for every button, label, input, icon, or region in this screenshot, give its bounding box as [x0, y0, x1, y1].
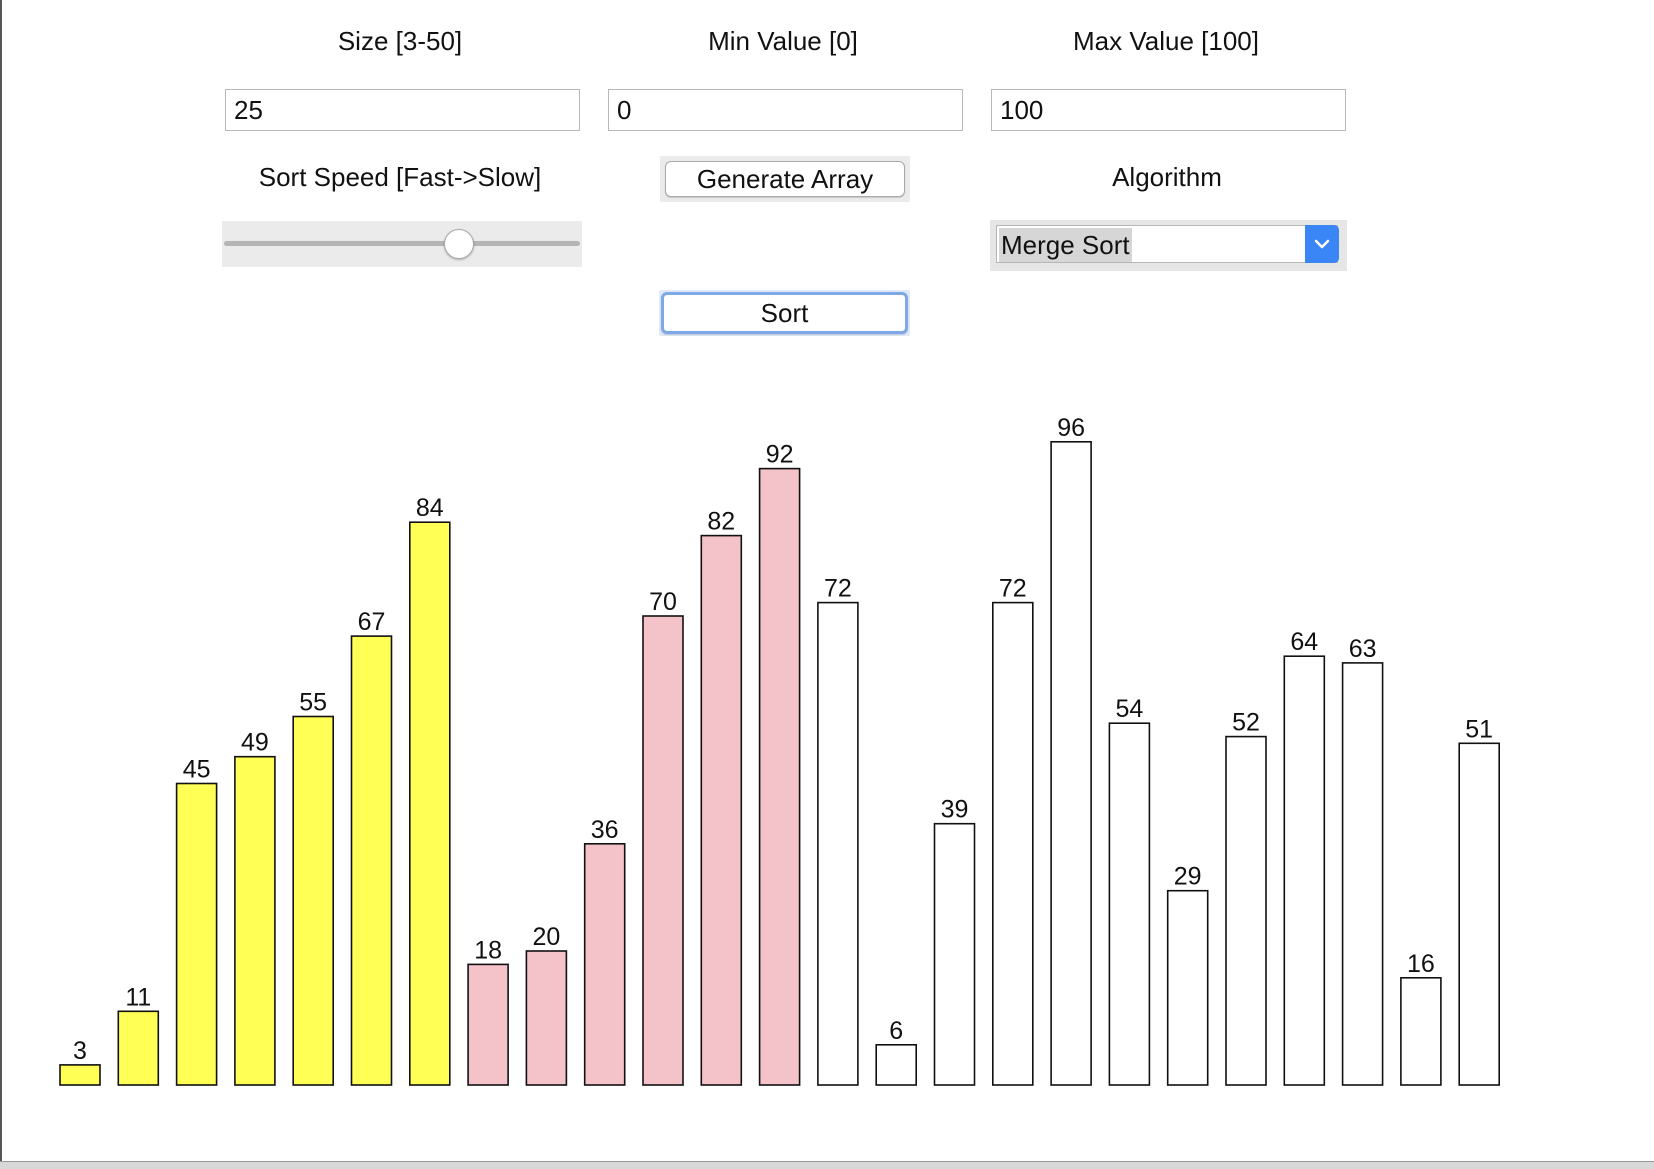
- array-bar: [117, 1010, 160, 1086]
- bar-value-label: 52: [1232, 709, 1260, 737]
- bar-value-label: 92: [766, 441, 794, 469]
- array-bar: [817, 601, 859, 1086]
- bar-value-label: 39: [941, 796, 969, 824]
- bar-value-label: 20: [532, 923, 560, 951]
- bar-value-label: 45: [183, 756, 211, 784]
- array-bar: [1050, 440, 1092, 1086]
- bar-value-label: 3: [73, 1037, 87, 1065]
- bar-value-label: 51: [1465, 715, 1493, 743]
- array-bar: [1283, 655, 1326, 1086]
- bar-value-label: 18: [474, 936, 502, 964]
- bar-value-label: 55: [299, 689, 327, 717]
- array-bar: [234, 755, 276, 1086]
- bar-value-label: 11: [125, 983, 151, 1011]
- array-bar: [1166, 889, 1209, 1086]
- array-bar: [700, 534, 743, 1086]
- array-bar: [991, 601, 1034, 1086]
- array-bar: [408, 521, 451, 1086]
- array-bar: [758, 467, 801, 1086]
- array-bar: [1458, 742, 1500, 1086]
- array-bar: [875, 1044, 918, 1086]
- bar-value-label: 82: [707, 508, 735, 536]
- array-bar: [525, 950, 568, 1086]
- bar-value-label: 72: [999, 575, 1027, 603]
- bar-value-label: 63: [1349, 635, 1377, 663]
- array-bar: [1225, 735, 1267, 1086]
- bar-value-label: 64: [1290, 628, 1318, 656]
- bar-value-label: 72: [824, 575, 852, 603]
- bar-value-label: 84: [416, 494, 444, 522]
- array-bar: [350, 635, 393, 1086]
- array-bar: [467, 963, 509, 1086]
- array-bar: [642, 615, 684, 1086]
- bar-value-label: 29: [1174, 863, 1202, 891]
- bar-value-label: 6: [889, 1017, 903, 1045]
- bar-value-label: 70: [649, 588, 677, 616]
- array-bar: [292, 715, 335, 1086]
- bar-value-label: 16: [1407, 950, 1435, 978]
- array-bar: [1341, 662, 1384, 1086]
- array-bar: [1108, 722, 1151, 1086]
- array-bar-chart: 3 11 45 49 55 67 84 18 20 36 70 82 92 72 6 39 72 96 54 29 52…: [59, 414, 1500, 1086]
- array-bar: [933, 822, 976, 1086]
- bar-value-label: 49: [241, 729, 269, 757]
- bar-value-label: 96: [1057, 414, 1085, 442]
- bar-value-label: 67: [358, 608, 386, 636]
- bar-value-label: 36: [591, 816, 619, 844]
- array-bar: [583, 842, 626, 1086]
- bar-value-label: 54: [1115, 695, 1143, 723]
- array-bar: [175, 782, 218, 1086]
- array-bar: [1400, 976, 1442, 1086]
- array-bar: [59, 1064, 101, 1086]
